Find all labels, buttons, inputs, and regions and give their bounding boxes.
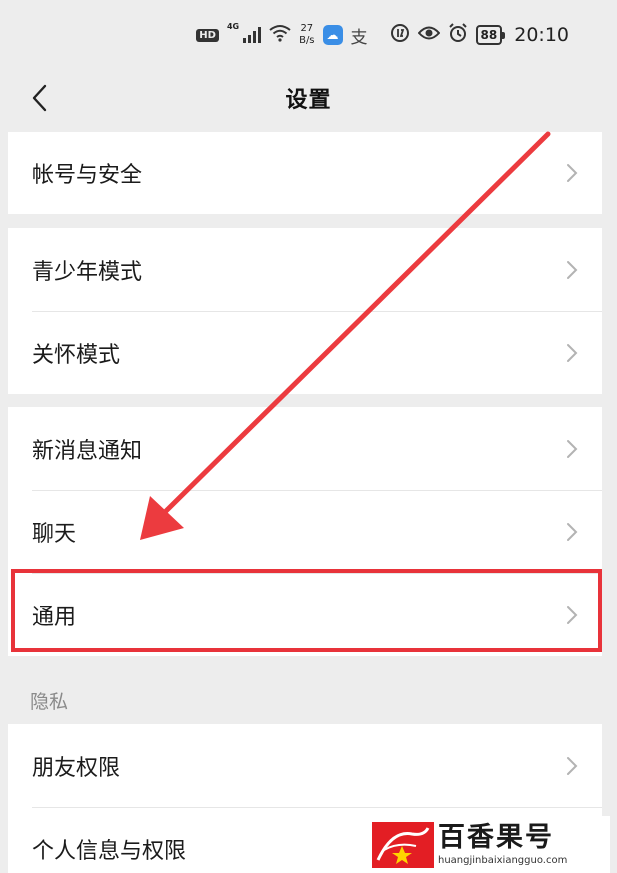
back-button[interactable]: [22, 80, 58, 116]
speed-unit: B/s: [299, 35, 315, 46]
settings-group-account: 帐号与安全: [8, 132, 602, 214]
network-speed: 27 B/s: [299, 23, 314, 47]
chevron-right-icon: [567, 164, 578, 182]
speed-value: 27: [300, 23, 314, 34]
wifi-icon: [269, 24, 291, 47]
alipay-icon: 支: [350, 27, 368, 48]
battery-icon: 88: [475, 25, 505, 45]
settings-row-friend-permissions[interactable]: 朋友权限: [8, 724, 602, 807]
settings-row-care-mode[interactable]: 关怀模式: [8, 311, 602, 394]
row-label: 新消息通知: [32, 438, 143, 464]
settings-row-general[interactable]: 通用: [8, 573, 602, 656]
cloud-app-icon: ☁: [322, 25, 343, 45]
signal-icon: [243, 27, 262, 43]
row-label: 聊天: [32, 521, 77, 547]
status-bar: HD 4G 27 B/s ☁ 支 88 20:10: [0, 0, 617, 70]
settings-row-youth-mode[interactable]: 青少年模式: [8, 228, 602, 311]
settings-row-account-security[interactable]: 帐号与安全: [8, 132, 602, 214]
settings-group-modes: 青少年模式 关怀模式: [8, 228, 602, 394]
chevron-right-icon: [567, 343, 578, 362]
clock-time: 20:10: [514, 24, 569, 46]
hd-indicator: HD: [196, 28, 219, 42]
chevron-right-icon: [567, 605, 578, 624]
vibrate-icon: [390, 23, 410, 48]
section-header-privacy: 隐私: [30, 691, 69, 713]
settings-group-messaging: 新消息通知 聊天 通用: [8, 407, 602, 656]
brand-logo-icon: [372, 821, 434, 868]
eye-icon: [417, 25, 440, 46]
chevron-right-icon: [567, 439, 578, 458]
row-label: 关怀模式: [32, 342, 121, 368]
chevron-right-icon: [567, 522, 578, 541]
watermark-url: huangjinbaixiangguo.com: [438, 854, 568, 866]
network-type: 4G: [226, 22, 240, 31]
chevron-right-icon: [567, 756, 578, 775]
watermark: 百香果号 huangjinbaixiangguo.com: [370, 816, 610, 873]
nav-bar: 设置: [0, 70, 617, 126]
chevron-left-icon: [32, 84, 47, 112]
alarm-icon: [448, 22, 468, 48]
settings-row-chat[interactable]: 聊天: [8, 490, 602, 573]
row-label: 青少年模式: [32, 259, 143, 285]
watermark-title: 百香果号: [438, 821, 554, 853]
chevron-right-icon: [567, 260, 578, 279]
row-label: 帐号与安全: [32, 163, 143, 188]
row-label: 朋友权限: [32, 755, 121, 781]
row-label: 通用: [32, 604, 77, 630]
row-label: 个人信息与权限: [32, 838, 187, 864]
page-title: 设置: [285, 88, 332, 113]
settings-row-notifications[interactable]: 新消息通知: [8, 407, 602, 490]
